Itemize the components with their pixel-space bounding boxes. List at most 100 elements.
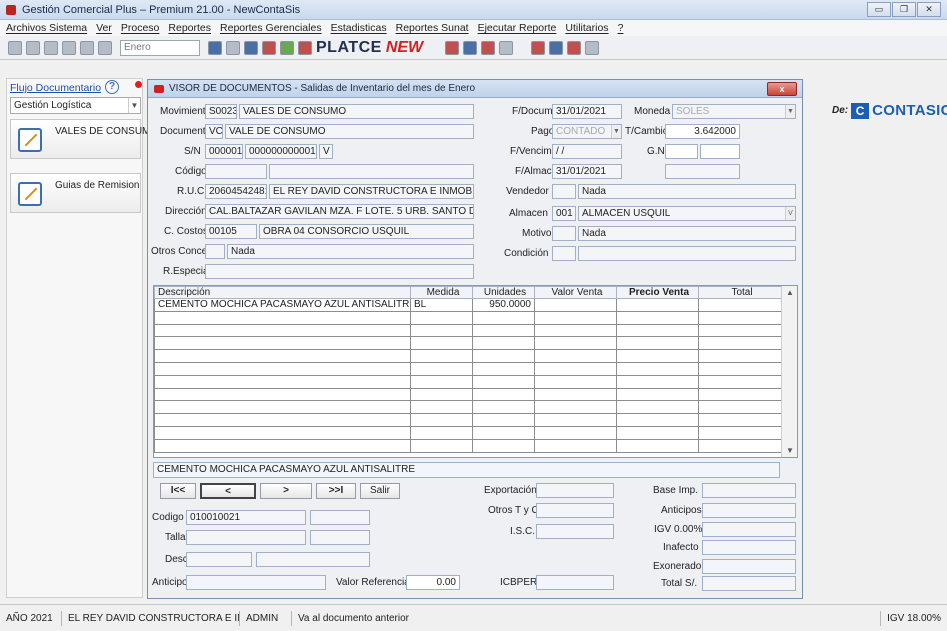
- prev-record-button[interactable]: <: [200, 483, 256, 499]
- menu-archivos[interactable]: Archivos Sistema: [6, 22, 87, 34]
- exit-button[interactable]: Salir: [360, 483, 400, 499]
- toolbar-copy2-icon[interactable]: [585, 40, 600, 55]
- movimiento-code-field[interactable]: S0023: [205, 104, 237, 119]
- month-select[interactable]: Enero: [120, 39, 200, 56]
- scroll-down-icon[interactable]: ▼: [786, 446, 794, 455]
- toolbar-monitor-icon[interactable]: [244, 40, 258, 55]
- help-icon[interactable]: ?: [105, 80, 119, 94]
- grid-scrollbar[interactable]: ▲ ▼: [781, 286, 797, 457]
- toolbar-edit-icon[interactable]: [298, 40, 312, 55]
- col-medida[interactable]: Medida: [410, 286, 473, 299]
- sn-extra-field[interactable]: V: [319, 144, 333, 159]
- motivo-code-field[interactable]: [552, 226, 576, 241]
- gn-field-1[interactable]: [665, 144, 698, 159]
- table-row[interactable]: [154, 336, 783, 351]
- igv-field[interactable]: [702, 522, 796, 537]
- toolbar-copy-icon[interactable]: [499, 40, 514, 55]
- menu-utilitarios[interactable]: Utilitarios: [565, 22, 608, 34]
- table-row[interactable]: [154, 374, 783, 389]
- table-row[interactable]: [154, 413, 783, 427]
- table-row[interactable]: [154, 438, 783, 453]
- codigo-bottom-field[interactable]: 010010021: [186, 510, 306, 525]
- almacen-code-field[interactable]: 001: [552, 206, 576, 221]
- toolbar-users-icon[interactable]: [280, 40, 294, 55]
- col-valor-venta[interactable]: Valor Venta: [534, 286, 617, 299]
- gn-field-2[interactable]: [700, 144, 740, 159]
- next-record-button[interactable]: >: [260, 483, 312, 499]
- col-unidades[interactable]: Unidades: [472, 286, 535, 299]
- close-button[interactable]: ✕: [917, 2, 941, 17]
- menu-reportes-sunat[interactable]: Reportes Sunat: [396, 22, 469, 34]
- base-imp-field[interactable]: [702, 483, 796, 498]
- fdocum-field[interactable]: 31/01/2021: [552, 104, 622, 119]
- exonerado-field[interactable]: [702, 559, 796, 574]
- falmac-field[interactable]: 31/01/2021: [552, 164, 622, 179]
- ruc-field[interactable]: 20604542481: [205, 184, 267, 199]
- flujo-documentario-link[interactable]: Flujo Documentario: [10, 82, 101, 94]
- tcambio-field[interactable]: 3.642000: [665, 124, 740, 139]
- toolbar-report2-icon[interactable]: [463, 40, 478, 55]
- platce-button[interactable]: PLATCE: [316, 39, 382, 57]
- toolbar-report3-icon[interactable]: [481, 40, 496, 55]
- pin-icon[interactable]: [135, 81, 142, 88]
- menu-help[interactable]: ?: [618, 22, 624, 34]
- table-row[interactable]: CEMENTO MOCHICA PACASMAYO AZUL ANTISALIT…: [154, 298, 783, 312]
- cell-unidades[interactable]: 950.0000: [472, 298, 535, 312]
- almacen-extra-button[interactable]: V: [785, 207, 795, 220]
- pago-select[interactable]: CONTADO ▼: [552, 124, 622, 139]
- direccion-field[interactable]: CAL.BALTAZAR GAVILAN MZA. F LOTE. 5 URB.…: [205, 204, 474, 219]
- moneda-select[interactable]: SOLES ▼: [672, 104, 796, 119]
- vendedor-desc-field[interactable]: Nada: [578, 184, 796, 199]
- cell-descripcion[interactable]: CEMENTO MOCHICA PACASMAYO AZUL ANTISALIT…: [154, 298, 411, 312]
- numero-field[interactable]: 0000000000012: [245, 144, 317, 159]
- menu-estadisticas[interactable]: Estadisticas: [331, 22, 387, 34]
- total-field[interactable]: [702, 576, 796, 591]
- talla-extra-field[interactable]: [310, 530, 370, 545]
- toolbar-report1-icon[interactable]: [445, 40, 460, 55]
- menu-ver[interactable]: Ver: [96, 22, 112, 34]
- toolbar-window-icon[interactable]: [80, 40, 94, 55]
- toolbar-chart-icon[interactable]: [208, 40, 222, 55]
- otros-concep-code-field[interactable]: [205, 244, 225, 259]
- icbper-field[interactable]: [536, 575, 614, 590]
- col-total[interactable]: Total: [698, 286, 783, 299]
- cell-total[interactable]: [698, 298, 783, 312]
- valor-ref-field[interactable]: 0.00: [406, 575, 460, 590]
- codigo-extra-field[interactable]: [310, 510, 370, 525]
- toolbar-flag-icon[interactable]: [262, 40, 276, 55]
- movimiento-desc-field[interactable]: VALES DE CONSUMO: [239, 104, 474, 119]
- vendedor-code-field[interactable]: [552, 184, 576, 199]
- scroll-up-icon[interactable]: ▲: [786, 288, 794, 297]
- toolbar-table-icon[interactable]: [98, 40, 112, 55]
- serie-field[interactable]: 000001: [205, 144, 243, 159]
- platce-new-label[interactable]: NEW: [386, 39, 423, 57]
- toolbar-folder-icon[interactable]: [44, 40, 58, 55]
- falmac-extra-field[interactable]: [665, 164, 740, 179]
- desc-field-1[interactable]: [186, 552, 252, 567]
- codigo-field[interactable]: [205, 164, 267, 179]
- documento-desc-field[interactable]: VALE DE CONSUMO: [225, 124, 474, 139]
- exportacion-field[interactable]: [536, 483, 614, 498]
- minimize-button[interactable]: ▭: [867, 2, 891, 17]
- anticipo-field[interactable]: [186, 575, 326, 590]
- ccostos-desc-field[interactable]: OBRA 04 CONSORCIO USQUIL: [259, 224, 474, 239]
- cell-valor-venta[interactable]: [534, 298, 617, 312]
- toolbar-print-icon[interactable]: [26, 40, 40, 55]
- condicion-desc-field[interactable]: [578, 246, 796, 261]
- toolbar-calc-icon[interactable]: [226, 40, 240, 55]
- table-row[interactable]: [154, 400, 783, 415]
- table-row[interactable]: [154, 361, 783, 376]
- respecial-field[interactable]: [205, 264, 474, 279]
- dialog-close-button[interactable]: x: [767, 82, 797, 96]
- maximize-button[interactable]: ❐: [892, 2, 916, 17]
- cell-precio-venta[interactable]: [616, 298, 699, 312]
- isc-field[interactable]: [536, 524, 614, 539]
- toolbar-report6-icon[interactable]: [567, 40, 582, 55]
- inafecto-field[interactable]: [702, 540, 796, 555]
- guias-remision-button[interactable]: Guias de Remision: [10, 173, 141, 213]
- module-select[interactable]: Gestión Logística ▼: [10, 97, 141, 114]
- ccostos-code-field[interactable]: 00105: [205, 224, 257, 239]
- desc-field-2[interactable]: [256, 552, 370, 567]
- item-detail-field[interactable]: CEMENTO MOCHICA PACASMAYO AZUL ANTISALIT…: [153, 462, 780, 478]
- codigo-desc-field[interactable]: [269, 164, 474, 179]
